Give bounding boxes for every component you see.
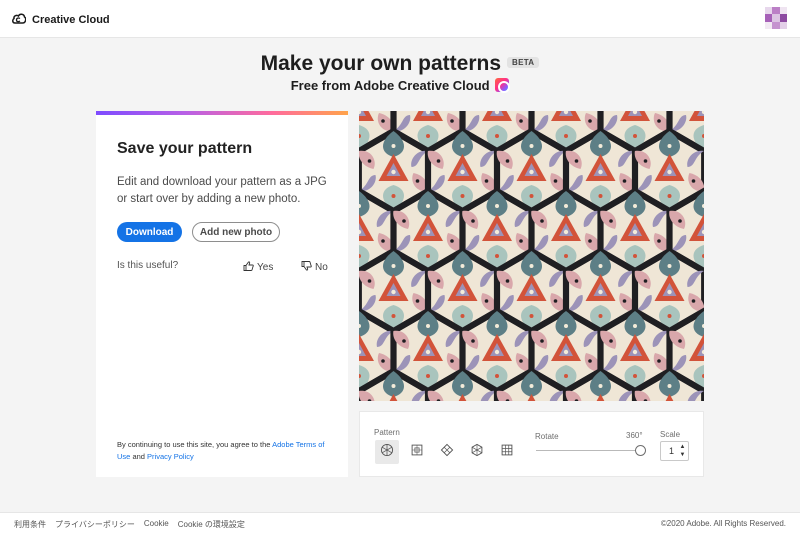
grid-tile-icon: [500, 443, 514, 462]
thumbs-up-icon: [243, 261, 254, 274]
user-avatar-icon[interactable]: [765, 7, 787, 29]
top-navigation-bar: Creative Cloud: [0, 0, 800, 38]
subtitle-text: Free from Adobe Creative Cloud: [290, 78, 490, 93]
feedback-yes-label: Yes: [257, 262, 274, 273]
diamond-mirror-icon: [440, 443, 454, 462]
pattern-option-diamond-mirror[interactable]: [435, 440, 459, 464]
feedback-yes-button[interactable]: Yes: [243, 261, 273, 274]
save-pattern-card: Save your pattern Edit and download your…: [96, 111, 348, 477]
title-text: Make your own patterns: [260, 52, 501, 75]
brand-name: Creative Cloud: [32, 14, 110, 26]
scale-input[interactable]: [663, 444, 680, 458]
pattern-option-square-grid-ornament[interactable]: [405, 440, 429, 464]
hexagon-star-icon: [470, 443, 484, 462]
page-footer: 利用条件 プライバシーポリシー Cookie Cookie の環境設定 ©202…: [0, 512, 800, 535]
footer-links: 利用条件 プライバシーポリシー Cookie Cookie の環境設定: [14, 519, 245, 530]
beta-badge: BETA: [507, 57, 540, 68]
rotate-label: Rotate: [535, 432, 559, 441]
footer-link-cookie-settings[interactable]: Cookie の環境設定: [178, 519, 245, 530]
page-title: Make your own patterns BETA: [0, 52, 800, 76]
pattern-label: Pattern: [374, 428, 400, 437]
page-subtitle: Free from Adobe Creative Cloud: [0, 78, 800, 93]
terms-and: and: [132, 452, 145, 461]
brand[interactable]: Creative Cloud: [12, 11, 110, 29]
scale-label: Scale: [660, 430, 681, 439]
card-accent-bar: [96, 111, 348, 115]
pattern-preview: [359, 111, 704, 401]
feedback-no-label: No: [315, 262, 328, 273]
pattern-option-hexagon-kaleidoscope[interactable]: [375, 440, 399, 464]
terms-prefix: By continuing to use this site, you agre…: [117, 440, 271, 449]
privacy-policy-link[interactable]: Privacy Policy: [147, 452, 194, 461]
chevron-up-icon[interactable]: ▲: [679, 444, 686, 451]
feedback-question: Is this useful?: [117, 260, 179, 271]
copyright-text: ©2020 Adobe. All Rights Reserved.: [660, 519, 786, 528]
terms-notice: By continuing to use this site, you agre…: [117, 439, 337, 463]
pattern-controls: Pattern Rotate 360° Scale ▲ ▼: [359, 411, 704, 477]
feedback-no-button[interactable]: No: [301, 261, 328, 274]
card-title: Save your pattern: [117, 140, 253, 157]
chevron-down-icon[interactable]: ▼: [679, 452, 686, 459]
thumbs-down-icon: [301, 261, 312, 274]
pattern-option-hexagon-star[interactable]: [465, 440, 489, 464]
rotate-slider-track[interactable]: [536, 450, 638, 451]
footer-link-terms[interactable]: 利用条件: [14, 519, 46, 530]
scale-stepper: ▲ ▼: [660, 441, 689, 461]
footer-link-privacy[interactable]: プライバシーポリシー: [55, 519, 135, 530]
pattern-option-grid-tile[interactable]: [495, 440, 519, 464]
footer-link-cookie[interactable]: Cookie: [144, 519, 169, 530]
square-grid-ornament-icon: [410, 443, 424, 462]
card-description: Edit and download your pattern as a JPG …: [117, 176, 327, 205]
adobe-cc-logo-icon: [12, 11, 27, 29]
rotate-slider-handle[interactable]: [635, 445, 646, 456]
rotate-value: 360°: [626, 431, 643, 440]
add-new-photo-button[interactable]: Add new photo: [192, 222, 280, 242]
kaleidoscope-pattern-image: [359, 111, 704, 401]
download-button[interactable]: Download: [117, 222, 182, 242]
creative-cloud-app-icon: [495, 78, 511, 93]
hexagon-kaleidoscope-icon: [380, 443, 394, 462]
